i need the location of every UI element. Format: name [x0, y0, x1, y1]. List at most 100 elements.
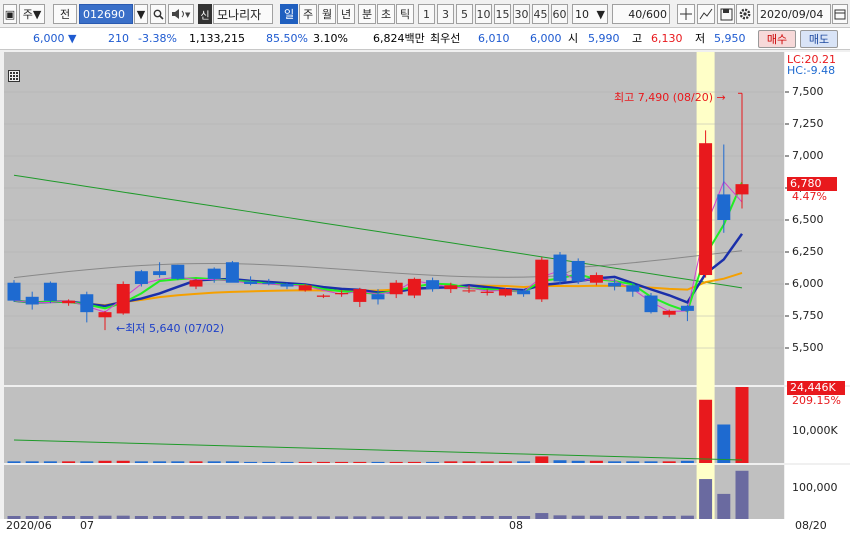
low-annotation-text: 최저 5,640 (07/02) — [125, 322, 225, 335]
sub-volume-bar — [735, 470, 749, 519]
candle-body — [444, 285, 458, 290]
candle-body — [189, 280, 203, 287]
candle-body — [171, 264, 185, 279]
x-label-date: 08/20 — [795, 519, 827, 532]
sub-volume-bar — [608, 516, 622, 519]
sub-volume-bar — [717, 493, 731, 519]
candle-body — [43, 282, 57, 301]
sub-volume-bar — [153, 516, 167, 519]
sub-volume-tick: 100,000 — [792, 481, 838, 494]
sub-volume-bar — [244, 516, 258, 519]
chart-window: ▣ 주 ▼ 전 012690 ▼ ▼ 신 모나리자 일 주 월 년 분 초 틱 1… — [0, 0, 850, 539]
volume-bar — [480, 461, 494, 463]
last-pct: 4.47% — [792, 190, 827, 203]
volume-bar — [517, 461, 531, 463]
price-tick-label: 5,500 — [792, 341, 824, 354]
price-tick-label: 7,500 — [792, 85, 824, 98]
candle-body — [25, 296, 39, 305]
candle-body — [407, 278, 421, 296]
sub-volume-bar — [389, 516, 403, 519]
x-label-june: 2020/06 — [6, 519, 52, 532]
sub-volume-bar — [62, 516, 76, 519]
volume-bar — [298, 461, 312, 463]
candle-body — [298, 285, 312, 291]
sub-volume-bar — [207, 516, 221, 519]
volume-bar — [225, 461, 239, 463]
candle-body — [262, 282, 276, 284]
candle-body — [535, 259, 549, 300]
ma-120-line — [13, 250, 743, 279]
sub-volume-bar — [335, 516, 349, 519]
low-annotation: ←최저 5,640 (07/02) — [116, 320, 224, 336]
candle-body — [244, 281, 258, 284]
candle-body — [335, 292, 349, 295]
ma-60-line — [13, 174, 743, 289]
sub-volume-bar — [298, 516, 312, 519]
sub-volume-bar — [462, 516, 476, 519]
high-annotation: 최고 7,490 (08/20) → — [614, 89, 726, 105]
volume-bar — [134, 461, 148, 463]
sub-volume-bar — [262, 516, 276, 519]
sub-volume-bar — [444, 516, 458, 519]
candle-body — [480, 291, 494, 293]
volume-bar — [25, 461, 39, 463]
candle-body — [316, 295, 330, 297]
volume-bar — [553, 460, 567, 463]
volume-bar — [171, 461, 185, 463]
price-tick-label: 6,000 — [792, 277, 824, 290]
candle-body — [498, 289, 512, 296]
candle-body — [608, 282, 622, 287]
sub-volume-bar — [644, 516, 658, 519]
volume-bar — [353, 461, 367, 463]
volume-bar — [80, 461, 94, 463]
volume-bar — [116, 460, 130, 463]
volume-bar — [98, 460, 112, 463]
sub-volume-bar — [426, 516, 440, 519]
volume-bar — [43, 461, 57, 463]
volume-bar — [462, 461, 476, 463]
hc-label: HC:-9.48 — [787, 64, 836, 77]
candle-body — [389, 282, 403, 295]
x-label-august: 08 — [509, 519, 523, 532]
volume-bar — [407, 461, 421, 463]
sub-volume-bar — [571, 515, 585, 519]
volume-pct: 209.15% — [792, 394, 841, 407]
price-tick-label: 7,250 — [792, 117, 824, 130]
volume-bar — [644, 461, 658, 463]
volume-bar — [280, 461, 294, 463]
sub-volume-bar — [535, 513, 549, 519]
candle-body — [735, 184, 749, 195]
sub-volume-bar — [589, 515, 603, 519]
volume-bar — [7, 461, 21, 463]
sub-volume-bar — [680, 515, 694, 519]
last-volume-tag: 24,446K — [787, 381, 845, 395]
volume-bar — [189, 461, 203, 463]
volume-bar — [262, 461, 276, 463]
sub-volume-bar — [699, 479, 713, 519]
price-tick-label: 7,000 — [792, 149, 824, 162]
sub-volume-bar — [480, 516, 494, 519]
volume-bar — [608, 461, 622, 463]
high-annotation-text: 최고 7,490 (08/20) — [614, 91, 714, 104]
last-price-tag: 6,780 — [787, 177, 837, 191]
candle-body — [7, 282, 21, 301]
candle-body — [517, 290, 531, 295]
volume-bar — [589, 460, 603, 463]
volume-bar — [680, 460, 694, 463]
chart-settings-icon[interactable] — [8, 70, 20, 82]
sub-volume-bar — [662, 516, 676, 519]
volume-bar — [717, 424, 731, 463]
candle-body — [680, 305, 694, 311]
sub-volume-bar — [189, 516, 203, 519]
volume-tick: 10,000K — [792, 424, 838, 437]
candle-body — [62, 300, 76, 304]
sub-volume-bar — [407, 516, 421, 519]
candle-body — [717, 194, 731, 220]
candle-body — [80, 294, 94, 313]
volume-bar — [662, 461, 676, 463]
sub-volume-bar — [225, 516, 239, 519]
candle-body — [153, 271, 167, 276]
volume-bar — [535, 456, 549, 463]
candle-body — [116, 284, 130, 314]
candle-body — [644, 295, 658, 313]
